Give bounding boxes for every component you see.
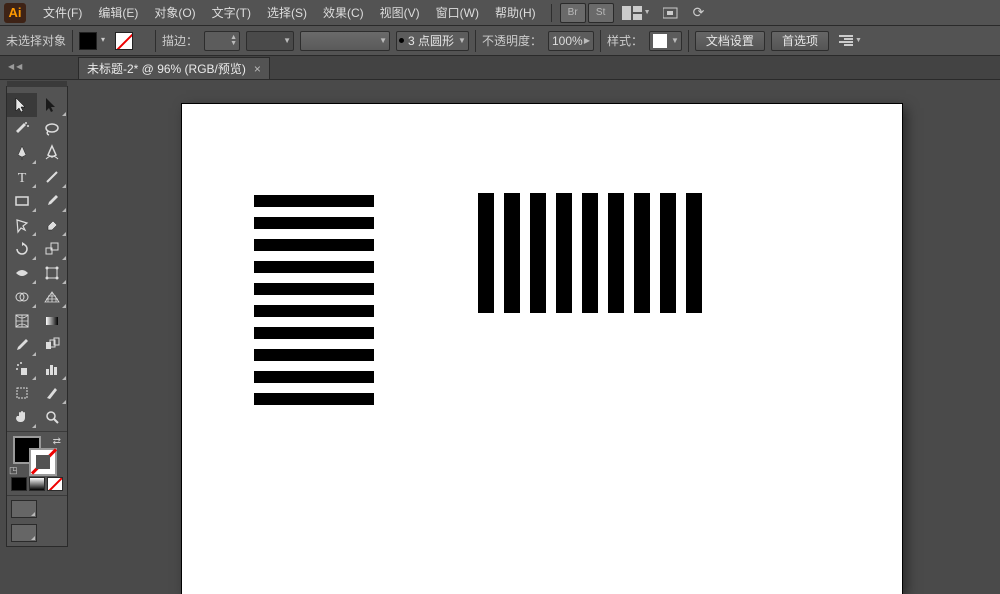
dot-icon (399, 38, 404, 43)
close-icon[interactable]: × (254, 62, 261, 76)
lasso-tool[interactable] (37, 117, 67, 141)
free-transform-tool[interactable] (37, 261, 67, 285)
selection-status: 未选择对象 (6, 32, 66, 49)
magic-wand-tool[interactable] (7, 117, 37, 141)
separator (72, 30, 73, 52)
document-tab-title: 未标题-2* @ 96% (RGB/预览) (87, 60, 246, 77)
hand-tool[interactable] (7, 405, 37, 429)
opacity-label: 不透明度： (482, 32, 542, 49)
paintbrush-tool[interactable] (37, 189, 67, 213)
perspective-grid-tool[interactable] (37, 285, 67, 309)
scale-tool[interactable] (37, 237, 67, 261)
selection-tool[interactable] (7, 93, 37, 117)
bridge-button[interactable]: Br (560, 3, 586, 23)
stroke-swatch[interactable] (115, 32, 133, 50)
blend-tool[interactable] (37, 333, 67, 357)
graphic-style-select[interactable]: ▼ (649, 31, 682, 51)
color-mode-solid[interactable] (11, 477, 27, 491)
separator (600, 30, 601, 52)
color-mode-gradient[interactable] (29, 477, 45, 491)
preferences-button[interactable]: 首选项 (771, 31, 829, 51)
style-label: 样式： (607, 32, 643, 49)
artwork-vertical-stripes[interactable] (478, 193, 702, 313)
menu-view[interactable]: 视图(V) (373, 2, 427, 23)
rectangle-tool[interactable] (7, 189, 37, 213)
align-flyout-button[interactable]: ▼ (835, 35, 866, 47)
menu-type[interactable]: 文字(T) (205, 2, 258, 23)
separator (688, 30, 689, 52)
brush-definition-select[interactable]: ▼ (300, 31, 390, 51)
rotate-tool[interactable] (7, 237, 37, 261)
gradient-tool[interactable] (37, 309, 67, 333)
line-segment-tool[interactable] (37, 165, 67, 189)
menubar: Ai 文件(F) 编辑(E) 对象(O) 文字(T) 选择(S) 效果(C) 视… (0, 0, 1000, 26)
artwork-horizontal-stripes[interactable] (254, 195, 374, 405)
eraser-tool[interactable] (37, 213, 67, 237)
slice-tool[interactable] (37, 381, 67, 405)
stroke-label: 描边： (162, 32, 198, 49)
document-tab[interactable]: 未标题-2* @ 96% (RGB/预览) × (78, 57, 270, 79)
draw-mode-button[interactable] (11, 500, 37, 518)
separator (475, 30, 476, 52)
brush-profile-text: 3 点圆形 (408, 32, 454, 49)
screen-mode-button[interactable] (11, 524, 37, 542)
default-fill-stroke-icon[interactable]: ◳ (9, 465, 18, 476)
menu-window[interactable]: 窗口(W) (429, 2, 486, 23)
menu-file[interactable]: 文件(F) (36, 2, 89, 23)
separator (155, 30, 156, 52)
menu-object[interactable]: 对象(O) (147, 2, 202, 23)
artboard-tool[interactable] (7, 381, 37, 405)
document-tabstrip: 未标题-2* @ 96% (RGB/预览) × (0, 56, 1000, 80)
tools-panel-grip[interactable] (7, 81, 67, 87)
swap-fill-stroke-icon[interactable]: ⇄ (53, 436, 61, 447)
arrange-documents-icon[interactable]: ▼ (616, 3, 657, 23)
variable-width-profile-select[interactable]: ▼ (246, 31, 294, 51)
menu-select[interactable]: 选择(S) (260, 2, 314, 23)
style-swatch-icon (653, 34, 667, 48)
menu-help[interactable]: 帮助(H) (488, 2, 543, 23)
sync-settings-icon[interactable]: ⟳ (687, 4, 711, 21)
gpu-preview-icon[interactable] (659, 3, 685, 23)
tools-panel: T (6, 86, 68, 547)
app-logo: Ai (4, 3, 26, 23)
width-tool[interactable] (7, 261, 37, 285)
column-graph-tool[interactable] (37, 357, 67, 381)
separator (551, 4, 552, 22)
shaper-tool[interactable] (7, 213, 37, 237)
fill-swatch[interactable] (79, 32, 97, 50)
svg-text:T: T (18, 171, 27, 186)
color-mode-none[interactable] (47, 477, 63, 491)
workarea: ◀◀ T (0, 80, 1000, 543)
panel-collapse-icon[interactable]: ◀◀ (8, 62, 24, 71)
opacity-value: 100% (552, 34, 583, 48)
menu-edit[interactable]: 编辑(E) (91, 2, 145, 23)
opacity-input[interactable]: 100% ▶ (548, 31, 594, 51)
stroke-weight-stepper[interactable]: ▲▼ (204, 31, 240, 51)
fill-stroke-control[interactable]: ⇄ ◳ (7, 434, 67, 476)
direct-selection-tool[interactable] (37, 93, 67, 117)
zoom-tool[interactable] (37, 405, 67, 429)
brush-profile-select[interactable]: 3 点圆形 ▼ (396, 31, 469, 51)
symbol-sprayer-tool[interactable] (7, 357, 37, 381)
shape-builder-tool[interactable] (7, 285, 37, 309)
document-setup-button[interactable]: 文档设置 (695, 31, 765, 51)
curvature-tool[interactable] (37, 141, 67, 165)
chevron-down-icon: ▼ (671, 36, 679, 45)
mesh-tool[interactable] (7, 309, 37, 333)
menu-effect[interactable]: 效果(C) (316, 2, 371, 23)
artboard[interactable] (182, 104, 902, 594)
pen-tool[interactable] (7, 141, 37, 165)
chevron-down-icon: ▼ (458, 36, 466, 45)
chevron-right-icon: ▶ (584, 36, 590, 45)
control-bar: 未选择对象 描边： ▲▼ ▼ ▼ 3 点圆形 ▼ 不透明度： 100% ▶ 样式… (0, 26, 1000, 56)
stock-button[interactable]: St (588, 3, 614, 23)
eyedropper-tool[interactable] (7, 333, 37, 357)
stroke-color-box[interactable] (29, 448, 57, 476)
type-tool[interactable]: T (7, 165, 37, 189)
